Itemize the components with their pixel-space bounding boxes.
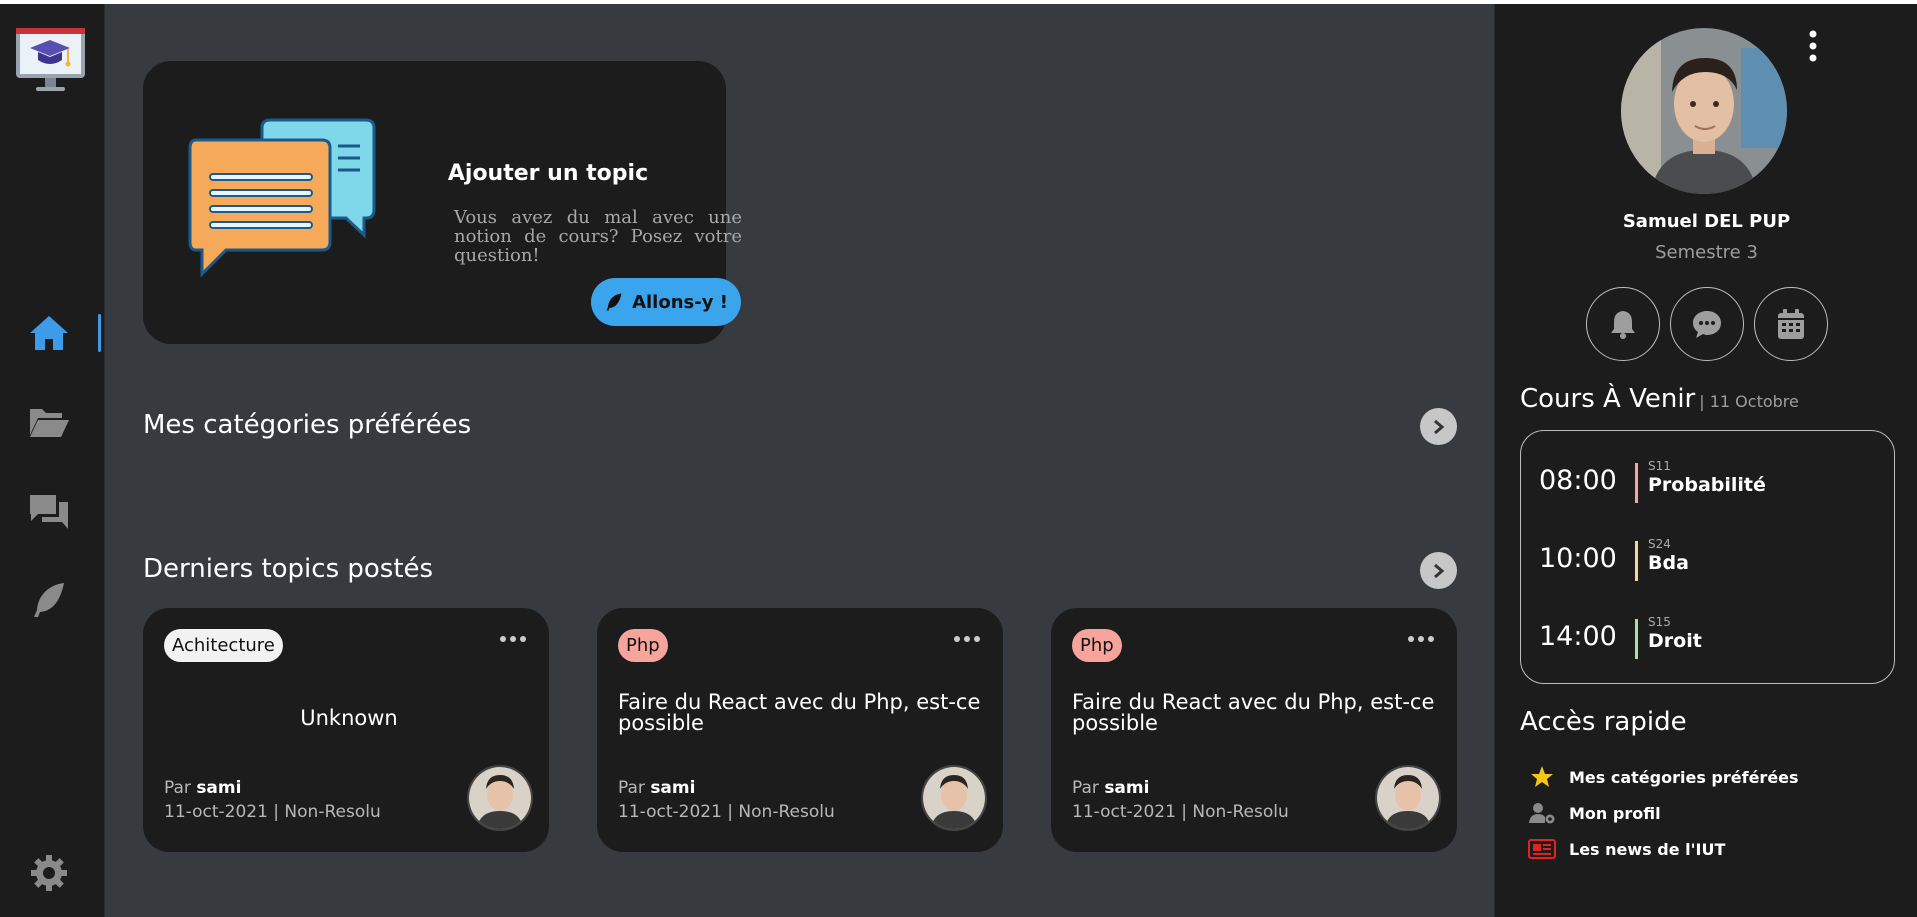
nav-settings[interactable] [22,846,76,900]
course-name: Droit [1648,630,1702,652]
allons-y-label: Allons-y ! [632,291,728,313]
bell-icon [1611,311,1635,339]
feather-icon [606,293,622,311]
notifications-button[interactable] [1586,287,1660,361]
topic-card[interactable]: Php Faire du React avec du Php, est-ce p… [1051,608,1457,852]
profile-menu-icon[interactable] [1805,28,1821,64]
author-prefix: Par [164,778,191,798]
author-name: sami [196,778,242,798]
topic-author: Par sami [164,778,241,798]
author-avatar[interactable] [467,765,533,831]
allons-y-button[interactable]: Allons-y ! [591,278,741,326]
folder-open-icon [30,409,69,437]
user-gear-icon [1527,801,1557,825]
course-time: 08:00 [1539,465,1617,496]
more-options-icon[interactable] [499,634,527,644]
quick-access-label: Les news de l'IUT [1569,839,1726,859]
add-topic-card: Ajouter un topic Vous avez du mal avec u… [143,61,742,344]
add-topic-description: Vous avez du mal avec une notion de cour… [454,207,742,266]
app-logo-icon[interactable] [14,26,87,96]
calendar-button[interactable] [1754,287,1828,361]
quick-access-favorites[interactable]: Mes catégories préférées [1527,764,1799,790]
quick-access-news[interactable]: Les news de l'IUT [1527,836,1725,862]
course-time: 10:00 [1539,543,1617,574]
course-name: Probabilité [1648,474,1766,496]
nav-write[interactable] [22,573,76,627]
chevron-right-icon [1433,419,1444,434]
profile-semester: Semestre 3 [1655,242,1758,263]
course-room: S15 [1648,615,1671,629]
nav-home[interactable] [22,306,101,360]
topic-title[interactable]: Unknown [164,708,534,729]
messages-button[interactable] [1670,287,1744,361]
quick-access-title: Accès rapide [1520,707,1687,737]
add-topic-title: Ajouter un topic [447,161,649,186]
home-icon [30,316,68,350]
topic-author: Par sami [1072,778,1149,798]
latest-topics-next-button[interactable] [1420,552,1457,589]
author-name: sami [1104,778,1150,798]
feather-icon [34,583,64,617]
more-options-icon[interactable] [953,634,981,644]
quick-access-label: Mon profil [1569,803,1661,823]
main-content: Ajouter un topic Vous avez du mal avec u… [105,4,1493,917]
topic-info: 11-oct-2021 | Non-Resolu [618,802,835,822]
topic-info: 11-oct-2021 | Non-Resolu [164,802,381,822]
upcoming-courses-label: Cours À Venir [1520,384,1696,414]
topic-info: 11-oct-2021 | Non-Resolu [1072,802,1289,822]
chat-bubbles-icon [30,495,68,529]
chevron-right-icon [1433,563,1444,578]
profile-avatar[interactable] [1621,28,1787,194]
author-name: sami [650,778,696,798]
right-panel: Samuel DEL PUP Semestre 3 Cours À Venir |… [1494,4,1917,917]
course-room: S11 [1648,459,1671,473]
topic-card[interactable]: Achitecture Unknown Par sami 11-oct-2021… [143,608,549,852]
course-time: 14:00 [1539,621,1617,652]
star-icon [1527,765,1557,789]
course-color-bar [1635,463,1638,503]
author-prefix: Par [1072,778,1099,798]
course-name: Bda [1648,552,1689,574]
quick-access-label: Mes catégories préférées [1569,767,1799,787]
sidebar [0,4,105,917]
topic-tag[interactable]: Php [618,629,668,662]
author-avatar[interactable] [921,765,987,831]
author-prefix: Par [618,778,645,798]
topic-title[interactable]: Faire du React avec du Php, est-ce possi… [618,692,988,734]
nav-folders[interactable] [22,395,76,449]
profile-name: Samuel DEL PUP [1622,211,1791,232]
favorites-section-title: Mes catégories préférées [143,410,472,440]
more-options-icon[interactable] [1407,634,1435,644]
topic-tag[interactable]: Achitecture [164,629,283,662]
quick-access-profile[interactable]: Mon profil [1527,800,1661,826]
upcoming-courses-date: | 11 Octobre [1699,392,1799,411]
course-color-bar [1635,619,1638,659]
upcoming-courses-title: Cours À Venir | 11 Octobre [1520,384,1799,414]
topic-title[interactable]: Faire du React avec du Php, est-ce possi… [1072,692,1442,734]
chat-icon [1693,311,1721,338]
speech-bubbles-illustration [188,118,376,278]
topic-author: Par sami [618,778,695,798]
calendar-icon [1778,309,1804,339]
author-avatar[interactable] [1375,765,1441,831]
newspaper-icon [1527,837,1557,861]
nav-topics[interactable] [22,484,76,538]
course-color-bar [1635,541,1638,581]
course-room: S24 [1648,537,1671,551]
latest-topics-section-title: Derniers topics postés [143,554,434,584]
upcoming-courses-list: 08:00 S11 Probabilité 10:00 S24 Bda 14:0… [1520,430,1895,684]
topic-tag[interactable]: Php [1072,629,1122,662]
favorites-next-button[interactable] [1420,408,1457,445]
gear-icon [31,855,67,891]
topic-card[interactable]: Php Faire du React avec du Php, est-ce p… [597,608,1003,852]
